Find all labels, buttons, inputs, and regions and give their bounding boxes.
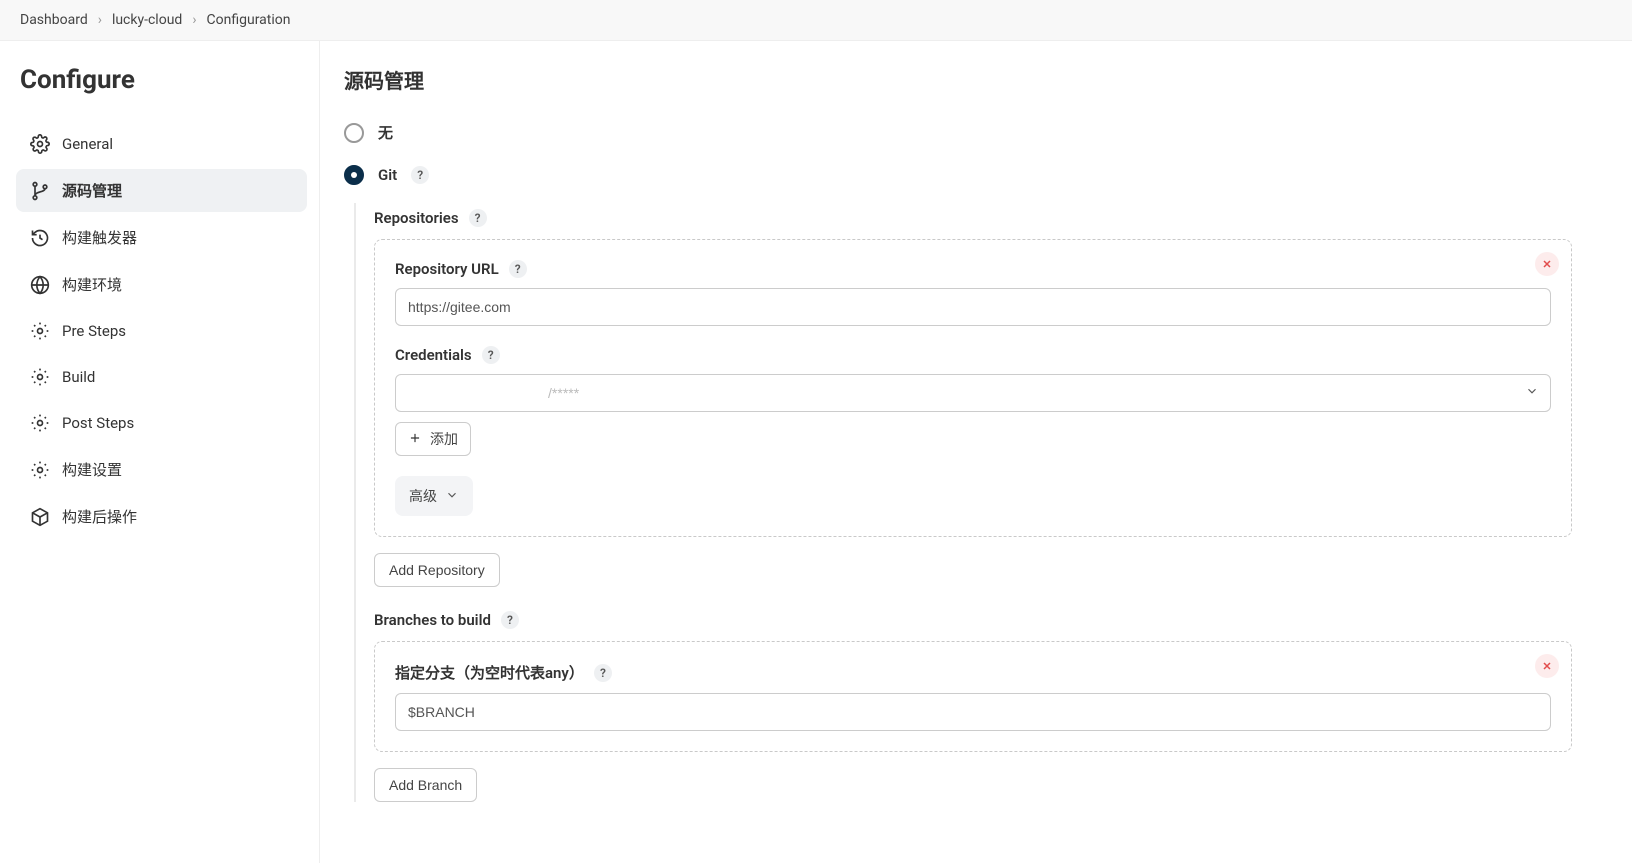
button-label: Add Repository: [389, 562, 485, 578]
breadcrumb: Dashboard › lucky-cloud › Configuration: [0, 0, 1632, 41]
field-label-text: Repository URL: [395, 260, 499, 278]
sidebar-item-label: Pre Steps: [62, 322, 126, 340]
main-content: 源码管理 无 Git ? Repositories ?: [320, 41, 1632, 863]
remove-repository-button[interactable]: [1535, 252, 1559, 276]
breadcrumb-sep: ›: [98, 12, 102, 28]
field-credentials: Credentials ? 添加: [395, 346, 1551, 456]
help-icon[interactable]: ?: [501, 611, 519, 629]
sidebar-item-label: 构建后操作: [62, 506, 137, 527]
branch-spec-input[interactable]: [395, 693, 1551, 731]
sidebar-item-env[interactable]: 构建环境: [16, 263, 307, 306]
button-label: Add Branch: [389, 777, 462, 793]
label-text: Repositories: [374, 209, 459, 227]
sidebar-item-label: 源码管理: [62, 180, 122, 201]
radio-none[interactable]: 无: [344, 122, 1572, 143]
breadcrumb-configuration[interactable]: Configuration: [207, 12, 291, 28]
git-config-block: Repositories ? Repository URL ? Credent: [354, 203, 1572, 802]
add-credentials-button[interactable]: 添加: [395, 422, 471, 456]
gear-icon: [30, 460, 50, 480]
sidebar-item-build[interactable]: Build: [16, 356, 307, 398]
sidebar-item-label: 构建触发器: [62, 227, 137, 248]
sidebar-item-label: Post Steps: [62, 414, 134, 432]
remove-branch-button[interactable]: [1535, 654, 1559, 678]
gear-icon: [30, 321, 50, 341]
history-icon: [30, 228, 50, 248]
field-label-text: Credentials: [395, 346, 472, 364]
help-icon[interactable]: ?: [594, 664, 612, 682]
sidebar-item-label: Build: [62, 368, 95, 386]
radio-label: 无: [378, 122, 393, 143]
globe-icon: [30, 275, 50, 295]
radio-icon[interactable]: [344, 165, 364, 185]
git-branch-icon: [30, 181, 50, 201]
page-title: Configure: [16, 65, 307, 95]
sidebar-item-scm[interactable]: 源码管理: [16, 169, 307, 212]
radio-icon[interactable]: [344, 123, 364, 143]
gear-icon: [30, 413, 50, 433]
sidebar-item-label: General: [62, 135, 113, 153]
branches-label: Branches to build ?: [374, 611, 1572, 629]
sidebar-item-general[interactable]: General: [16, 123, 307, 165]
button-label: 添加: [430, 429, 458, 449]
credentials-select[interactable]: [395, 374, 1551, 412]
advanced-row: 高级: [395, 476, 1551, 516]
radio-label: Git: [378, 166, 397, 184]
breadcrumb-dashboard[interactable]: Dashboard: [20, 12, 88, 28]
sidebar-item-presteps[interactable]: Pre Steps: [16, 310, 307, 352]
section-title: 源码管理: [344, 65, 1572, 94]
cube-icon: [30, 507, 50, 527]
field-label-text: 指定分支（为空时代表any）: [395, 662, 584, 683]
gear-icon: [30, 367, 50, 387]
button-label: 高级: [409, 486, 437, 506]
help-icon[interactable]: ?: [482, 346, 500, 364]
sidebar-item-poststeps[interactable]: Post Steps: [16, 402, 307, 444]
help-icon[interactable]: ?: [509, 260, 527, 278]
sidebar: Configure General 源码管理 构建触发器: [0, 41, 320, 863]
branch-panel: 指定分支（为空时代表any） ?: [374, 641, 1572, 752]
sidebar-nav: General 源码管理 构建触发器 构建环境: [16, 123, 307, 538]
field-repository-url: Repository URL ?: [395, 260, 1551, 326]
advanced-button[interactable]: 高级: [395, 476, 473, 516]
repositories-label: Repositories ?: [374, 209, 1572, 227]
sidebar-item-buildsettings[interactable]: 构建设置: [16, 448, 307, 491]
sidebar-item-triggers[interactable]: 构建触发器: [16, 216, 307, 259]
repository-panel: Repository URL ? Credentials ?: [374, 239, 1572, 537]
field-branch-spec: 指定分支（为空时代表any） ?: [395, 662, 1551, 731]
repository-url-input[interactable]: [395, 288, 1551, 326]
radio-git[interactable]: Git ?: [344, 165, 1572, 185]
chevron-down-icon: [445, 488, 459, 505]
add-repository-button[interactable]: Add Repository: [374, 553, 500, 587]
help-icon[interactable]: ?: [469, 209, 487, 227]
sidebar-item-label: 构建环境: [62, 274, 122, 295]
gear-icon: [30, 134, 50, 154]
breadcrumb-project[interactable]: lucky-cloud: [112, 12, 182, 28]
sidebar-item-postbuild[interactable]: 构建后操作: [16, 495, 307, 538]
breadcrumb-sep: ›: [192, 12, 196, 28]
scm-radio-group: 无 Git ?: [344, 122, 1572, 185]
help-icon[interactable]: ?: [411, 166, 429, 184]
plus-icon: [408, 431, 422, 448]
add-branch-button[interactable]: Add Branch: [374, 768, 477, 802]
sidebar-item-label: 构建设置: [62, 459, 122, 480]
label-text: Branches to build: [374, 611, 491, 629]
